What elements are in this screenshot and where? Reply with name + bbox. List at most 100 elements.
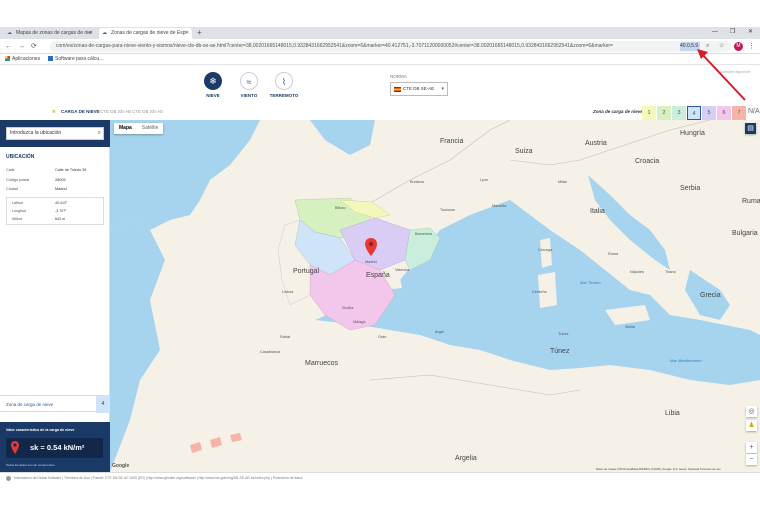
forward-icon[interactable]: → [18,39,25,54]
map-label-country: Grecia [700,292,721,299]
map-type-map-button[interactable]: Mapa [114,123,137,134]
norma-select[interactable]: CTE DB SE-AE ▾ [390,82,448,96]
map-label-city: Toulouse [440,208,456,212]
url-field[interactable]: com/es/zonas-de-cargas-para-nieve-viento… [50,41,731,52]
maximize-button[interactable]: ❐ [730,27,735,38]
bookmark-star-icon[interactable]: ☆ [719,41,724,52]
site-header: ❄ NIEVE ≈ VIENTO ⌇ TERREMOTO NORMA CTE D… [0,65,760,103]
zone-result-label: Zona de carga de nieve [6,402,54,407]
zone-legend-item[interactable]: 6 [717,106,731,120]
location-target-icon[interactable]: ◎ [746,406,757,417]
corsica [540,238,552,268]
location-pin-icon [11,441,19,454]
terms-link[interactable]: Términos de uso [700,467,721,471]
geo-value: -3.707° [55,209,67,213]
map-type-satellite-button[interactable]: Satélite [137,123,164,134]
map-label-city: Bilbao [335,206,346,210]
zone-result-value: 4 [96,396,110,413]
geo-value: 40.413° [55,201,68,205]
map-label-city: Marsella [492,204,507,208]
close-window-button[interactable]: ✕ [748,27,753,38]
breadcrumb-item[interactable]: CTE DB SE-AE [100,103,131,120]
street-view-icon[interactable]: ♟ [746,420,757,431]
avatar[interactable]: M [734,42,743,51]
map-label-city: Valencia [395,268,410,272]
pin-center [369,242,373,246]
search-icon[interactable]: ⌕ [98,128,101,139]
map-label-country: Serbia [680,185,701,192]
bookmark-software[interactable]: Software para cálcu... [48,54,103,65]
zone-legend-item[interactable]: 1 [642,106,656,120]
breadcrumb-item[interactable]: CTE DB SE-AE [132,103,163,120]
norma-label: NORMA [390,74,407,79]
footer: Información de Dlubal Software | Término… [0,472,760,511]
map-label-city: Cerdeña [532,290,547,294]
map-label-country: Argelia [455,455,477,462]
browser-tab-bar: ☁ Mapas de zonas de cargas de nie ✕ ☁ Zo… [0,27,760,39]
map-label-country: Libia [665,410,680,417]
map-label-city: Córcega [538,248,553,252]
search-placeholder: Introduzca la ubicación [10,130,62,136]
browser-tab-active[interactable]: ☁ Zonas de cargas de nieve de Esp ✕ [99,28,192,39]
browser-menu-icon[interactable]: ⋮ [748,40,755,53]
category-label: VIENTO [240,93,258,98]
category-label: TERREMOTO [269,93,299,98]
info-value: Calle de Toledo 39 [55,168,87,172]
minimize-button[interactable]: — [712,27,718,38]
map[interactable]: Francia España Portugal Italia Hungría Rumani… [110,120,760,472]
map-label-city: Rabat [280,335,291,339]
favicon-icon: ☁ [7,30,12,36]
bookmark-apps[interactable]: Aplicaciones [5,54,40,65]
map-label-country: España [366,272,390,279]
zone-legend-item[interactable]: 3 [672,106,686,120]
fullscreen-icon[interactable]: ▤ [745,123,756,134]
zone-legend-item[interactable]: 4 [687,106,701,120]
back-icon[interactable]: ← [5,39,12,54]
dlubal-logo-icon [6,476,11,481]
norma-value: CTE DB SE-AE [403,86,435,91]
favicon-icon: ☁ [102,30,107,36]
map-label-city: Milán [558,180,568,184]
map-canvas[interactable] [110,120,760,472]
sidebar: Introduzca la ubicación ⌕ UBICACIÓN Call… [0,120,110,472]
breadcrumb: ✻ CARGA DE NIEVE › CTE DB SE-AE › CTE DB… [0,103,760,120]
google-logo: Google [112,463,130,469]
map-label-country: Marruecos [305,360,339,367]
zoom-in-button[interactable]: + [746,442,757,453]
wind-icon: ≈ [240,72,258,90]
map-label-country: Suiza [515,148,533,155]
geo-key: Longitud [12,209,26,213]
snow-load-note: Todos los datos son sin compromiso. [6,463,56,467]
category-nieve[interactable]: ❄ NIEVE [193,72,233,98]
map-label-country: Francia [440,138,464,145]
map-label-city: Tirana [665,270,676,274]
address-bar: ← → ⟳ com/es/zonas-de-cargas-para-nieve-… [0,39,760,54]
zone-legend-item[interactable]: 5 [702,106,716,120]
zone-legend-item[interactable]: 2 [657,106,671,120]
snow-load-box: sk = 0.54 kN/m² [6,438,103,458]
url-selection: 40.0,5.9 [680,42,700,51]
url-text: com/es/zonas-de-cargas-para-nieve-viento… [56,43,613,49]
snowflake-icon: ❄ [204,72,222,90]
geo-value: 643 m [55,217,65,221]
zone-legend-item[interactable]: 7 [732,106,746,120]
category-viento[interactable]: ≈ VIENTO [229,72,269,98]
zoom-out-button[interactable]: − [746,454,757,465]
breadcrumb-item[interactable]: CARGA DE NIEVE [61,103,100,120]
category-terremoto[interactable]: ⌇ TERREMOTO [264,72,304,98]
map-label-city: Nápoles [630,270,644,274]
apps-icon [5,56,10,61]
search-icon[interactable]: ⌕ [706,41,709,52]
map-label-city: Málaga [353,320,366,324]
close-tab-icon[interactable]: ✕ [89,28,93,39]
search-input[interactable]: Introduzca la ubicación ⌕ [6,127,104,140]
map-label-city: Burdeos [410,180,425,184]
new-tab-button[interactable]: + [197,27,202,39]
reload-icon[interactable]: ⟳ [31,39,37,54]
map-label-city: Lisboa [282,290,294,294]
browser-tab-inactive[interactable]: ☁ Mapas de zonas de cargas de nie ✕ [4,28,96,39]
map-label-country: Rumania [742,198,760,205]
close-tab-icon[interactable]: ✕ [185,28,189,39]
coordinates-box: Latitud 40.413° Longitud -3.707° Altitud… [6,197,104,225]
map-label-country: Portugal [293,268,320,275]
